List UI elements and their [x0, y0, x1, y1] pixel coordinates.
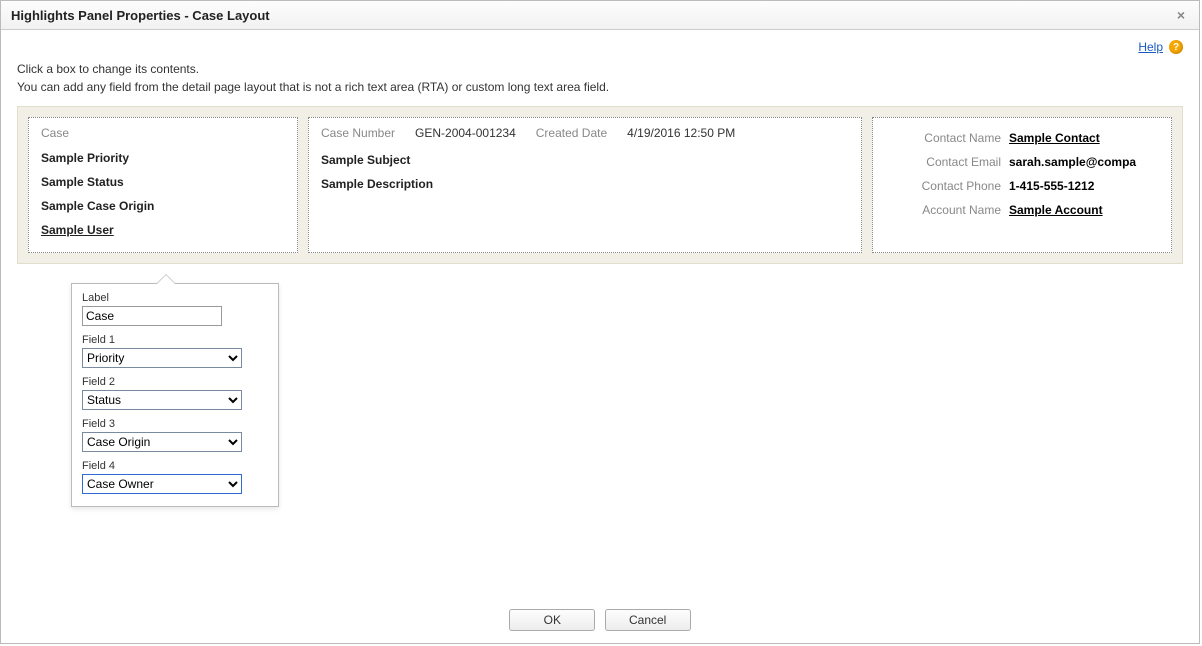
case-number-label: Case Number — [321, 126, 395, 140]
field2-label: Field 2 — [82, 376, 268, 388]
field4-label: Field 4 — [82, 460, 268, 472]
field3-select[interactable]: Case Origin — [82, 432, 242, 452]
highlights-panel-preview: Case Sample Priority Sample Status Sampl… — [17, 106, 1183, 264]
panel-box-1-header: Case — [41, 126, 285, 140]
panel-box-2-header: Case Number GEN-2004-001234 Created Date… — [321, 126, 849, 140]
label-input[interactable] — [82, 306, 222, 326]
popover-body: Label Field 1 Priority Field 2 Status Fi… — [71, 283, 279, 507]
contact-phone-value: 1-415-555-1212 — [1009, 179, 1159, 193]
subject-line: Sample Subject — [321, 148, 849, 172]
panel-box-2[interactable]: Case Number GEN-2004-001234 Created Date… — [308, 117, 862, 253]
window-title: Highlights Panel Properties - Case Layou… — [11, 8, 270, 23]
account-name-label: Account Name — [885, 203, 1009, 217]
dialog-window: Highlights Panel Properties - Case Layou… — [0, 0, 1200, 644]
panel-box-1-list: Sample Priority Sample Status Sample Cas… — [41, 146, 285, 242]
account-name-value[interactable]: Sample Account — [1009, 203, 1159, 217]
field3-label: Field 3 — [82, 418, 268, 430]
list-item: Sample User — [41, 218, 285, 242]
panel-row: Case Sample Priority Sample Status Sampl… — [28, 117, 1172, 253]
contact-phone-label: Contact Phone — [885, 179, 1009, 193]
cancel-button[interactable]: Cancel — [605, 609, 691, 631]
contact-email-label: Contact Email — [885, 155, 1009, 169]
list-item: Sample Status — [41, 170, 285, 194]
kv-row: Contact Phone 1-415-555-1212 — [885, 174, 1159, 198]
contact-name-label: Contact Name — [885, 131, 1009, 145]
instructions: Click a box to change its contents. You … — [17, 60, 1183, 96]
dialog-footer: OK Cancel — [1, 609, 1199, 631]
created-date-label: Created Date — [536, 126, 607, 140]
help-row: Help ? — [17, 40, 1183, 54]
content-area: Help ? Click a box to change its content… — [1, 30, 1199, 264]
field1-label: Field 1 — [82, 334, 268, 346]
field4-select[interactable]: Case Owner — [82, 474, 242, 494]
panel-box-2-lines: Sample Subject Sample Description — [321, 148, 849, 196]
instructions-line2: You can add any field from the detail pa… — [17, 78, 1183, 96]
ok-button[interactable]: OK — [509, 609, 595, 631]
popover-arrow-icon — [156, 274, 176, 284]
created-date-value: 4/19/2016 12:50 PM — [627, 126, 735, 140]
help-link[interactable]: Help — [1138, 40, 1163, 54]
panel-box-3[interactable]: Contact Name Sample Contact Contact Emai… — [872, 117, 1172, 253]
list-item: Sample Priority — [41, 146, 285, 170]
field1-select[interactable]: Priority — [82, 348, 242, 368]
titlebar: Highlights Panel Properties - Case Layou… — [1, 1, 1199, 30]
case-number-value: GEN-2004-001234 — [415, 126, 516, 140]
help-icon[interactable]: ? — [1169, 40, 1183, 54]
panel-box-1[interactable]: Case Sample Priority Sample Status Sampl… — [28, 117, 298, 253]
list-item: Sample Case Origin — [41, 194, 285, 218]
kv-row: Contact Name Sample Contact — [885, 126, 1159, 150]
field-editor-popover: Label Field 1 Priority Field 2 Status Fi… — [71, 283, 279, 507]
close-icon[interactable]: × — [1173, 7, 1189, 23]
kv-row: Account Name Sample Account — [885, 198, 1159, 222]
field2-select[interactable]: Status — [82, 390, 242, 410]
label-field-label: Label — [82, 292, 268, 304]
kv-row: Contact Email sarah.sample@compa — [885, 150, 1159, 174]
contact-email-value: sarah.sample@compa — [1009, 155, 1159, 169]
contact-name-value[interactable]: Sample Contact — [1009, 131, 1159, 145]
instructions-line1: Click a box to change its contents. — [17, 60, 1183, 78]
description-line: Sample Description — [321, 172, 849, 196]
